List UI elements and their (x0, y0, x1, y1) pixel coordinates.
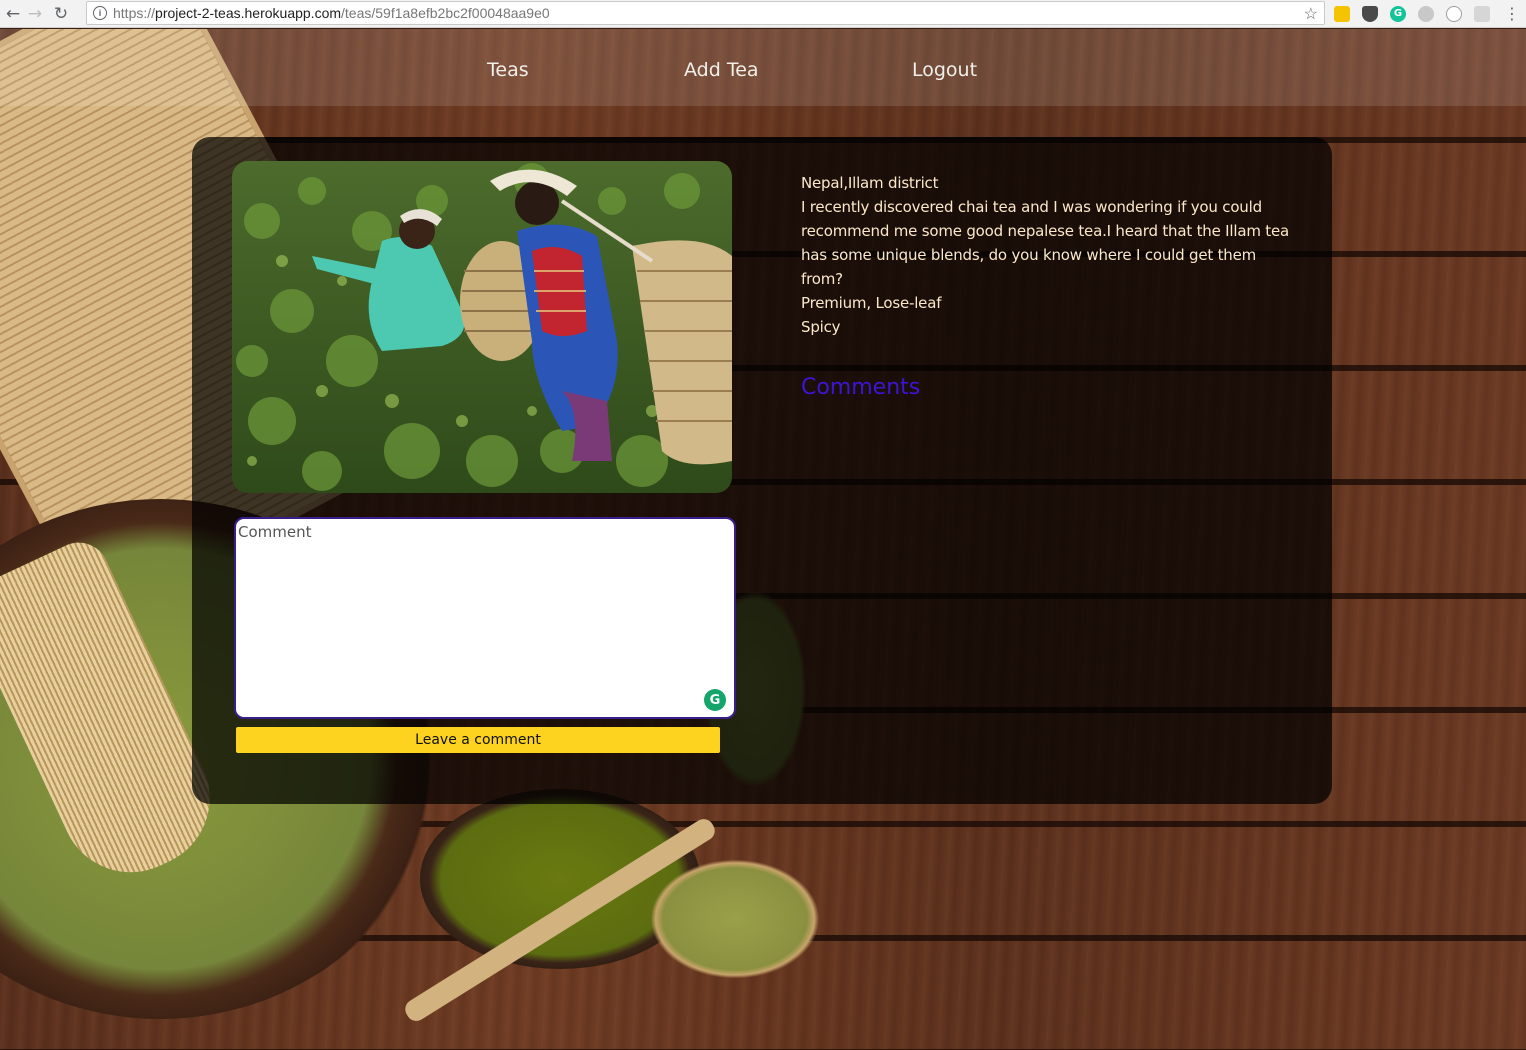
tea-pickers-photo (232, 161, 732, 493)
nav-logout-link[interactable]: Logout (912, 59, 977, 81)
extension-yellow-icon[interactable] (1334, 5, 1350, 22)
extension-grey-icon[interactable] (1418, 5, 1434, 22)
url-protocol: https:// (113, 5, 156, 21)
url-host: project-2-teas.herokuapp.com (155, 5, 342, 21)
url-path: /teas/59f1a8efb2bc2f00048aa9e0 (341, 5, 550, 21)
leave-comment-button[interactable]: Leave a comment (236, 727, 720, 753)
nav-teas-link[interactable]: Teas (487, 59, 529, 81)
address-bar[interactable]: i https://project-2-teas.herokuapp.com/t… (86, 1, 1325, 25)
tea-flavor: Spicy (801, 318, 841, 336)
forward-arrow-icon[interactable]: → (24, 3, 46, 25)
grammarly-extension-icon[interactable]: G (1390, 5, 1406, 22)
browser-toolbar: ← → ↻ i https://project-2-teas.herokuapp… (0, 0, 1526, 28)
tea-details: Nepal,Illam district I recently discover… (801, 171, 1301, 339)
grammarly-icon[interactable]: G (704, 689, 726, 711)
tea-description: I recently discovered chai tea and I was… (801, 198, 1289, 288)
tea-type: Premium, Lose-leaf (801, 294, 942, 312)
reload-icon[interactable]: ↻ (50, 3, 72, 25)
comment-input[interactable] (234, 517, 736, 719)
comments-heading: Comments (801, 375, 921, 400)
back-arrow-icon[interactable]: ← (2, 3, 24, 25)
star-icon[interactable]: ☆ (1304, 4, 1318, 24)
pocket-extension-icon[interactable] (1362, 5, 1378, 22)
spoon-powder-image (650, 859, 820, 979)
nav-add-tea-link[interactable]: Add Tea (684, 59, 759, 81)
extension-square-icon[interactable] (1474, 5, 1490, 22)
extensions-area: G ⋮ (1334, 4, 1520, 23)
menu-dots-icon[interactable]: ⋮ (1504, 4, 1520, 23)
extension-circle-icon[interactable] (1446, 5, 1462, 22)
top-navbar: Teas Add Tea Logout (0, 29, 1526, 106)
tea-detail-card: Nepal,Illam district I recently discover… (192, 137, 1332, 804)
tea-origin: Nepal,Illam district (801, 174, 939, 192)
info-icon[interactable]: i (93, 6, 107, 20)
